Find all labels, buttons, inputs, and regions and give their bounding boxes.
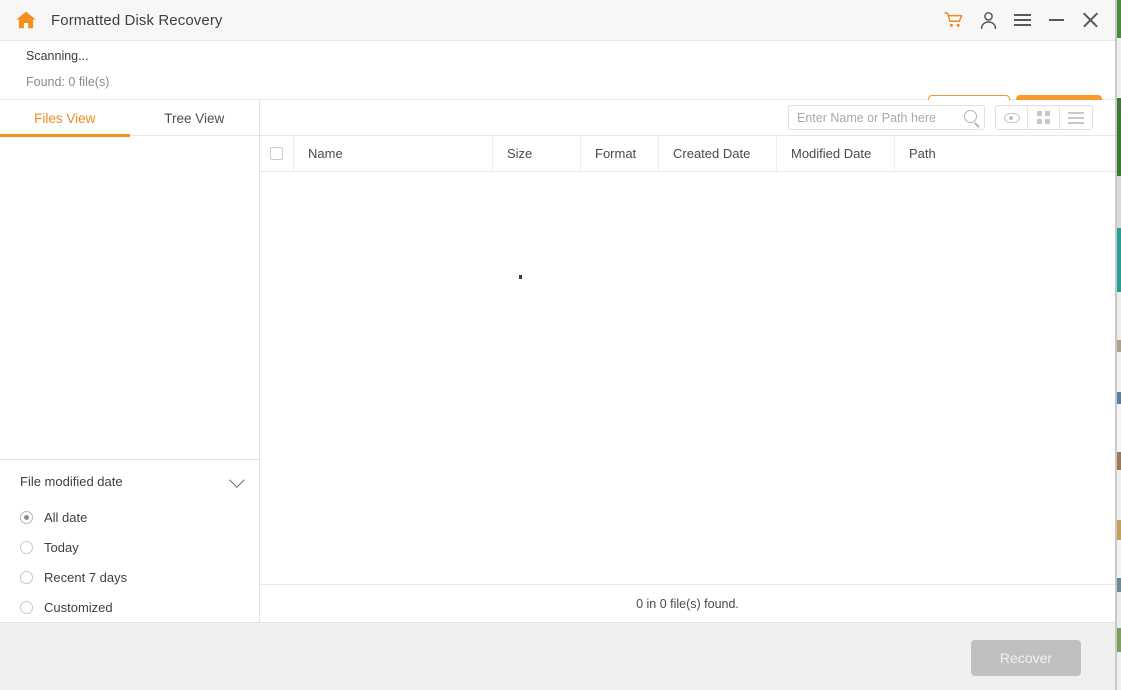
column-header-modified-date[interactable]: Modified Date xyxy=(777,136,895,171)
scan-status-bar: Scanning... Found: 0 file(s) Remaining T… xyxy=(0,41,1115,100)
shopping-cart-icon[interactable] xyxy=(937,3,971,37)
search-icon[interactable] xyxy=(964,110,977,123)
hamburger-menu-icon[interactable] xyxy=(1005,3,1039,37)
window-right-border xyxy=(1115,0,1117,690)
window-controls xyxy=(937,3,1115,37)
hamburger-bars xyxy=(1014,14,1031,26)
radio-today[interactable] xyxy=(20,541,33,554)
sidebar: Files View Tree View File modified date … xyxy=(0,100,260,622)
column-header-size[interactable]: Size xyxy=(493,136,581,171)
filter-option-today-label: Today xyxy=(44,540,79,555)
stray-artifact-dot xyxy=(519,275,522,279)
filter-option-customized[interactable]: Customized xyxy=(0,592,259,622)
eye-glyph xyxy=(1004,113,1020,123)
radio-customized[interactable] xyxy=(20,601,33,614)
filter-title: File modified date xyxy=(20,474,123,489)
filter-option-today[interactable]: Today xyxy=(0,532,259,562)
file-modified-date-filter: File modified date All date Today Recent… xyxy=(0,460,259,622)
application-window: Formatted Disk Recovery xyxy=(0,0,1121,690)
results-table-header: Name Size Format Created Date Modified D… xyxy=(260,136,1115,172)
close-icon[interactable] xyxy=(1073,3,1107,37)
radio-all-date[interactable] xyxy=(20,511,33,524)
chevron-down-icon[interactable] xyxy=(229,472,245,488)
results-table-body[interactable] xyxy=(260,172,1115,585)
select-all-checkbox[interactable] xyxy=(270,147,283,160)
minimize-bar xyxy=(1049,19,1064,21)
scan-status-text: Scanning... xyxy=(26,49,89,63)
tab-files-view[interactable]: Files View xyxy=(0,100,130,136)
list-glyph xyxy=(1068,112,1084,124)
column-header-format[interactable]: Format xyxy=(581,136,659,171)
filter-option-recent-7-days[interactable]: Recent 7 days xyxy=(0,562,259,592)
search-box[interactable] xyxy=(788,105,985,130)
filter-header[interactable]: File modified date xyxy=(0,460,259,502)
main-panel: Name Size Format Created Date Modified D… xyxy=(260,100,1115,622)
bottom-action-bar: Recover xyxy=(0,622,1115,690)
sidebar-file-list-area xyxy=(0,136,259,460)
grid-glyph xyxy=(1037,111,1050,124)
eye-preview-icon[interactable] xyxy=(996,106,1028,129)
radio-recent-7-days[interactable] xyxy=(20,571,33,584)
scan-found-count: Found: 0 file(s) xyxy=(26,75,109,89)
user-account-icon[interactable] xyxy=(971,3,1005,37)
tab-tree-view-label: Tree View xyxy=(164,111,224,126)
title-bar: Formatted Disk Recovery xyxy=(0,0,1115,41)
tab-tree-view[interactable]: Tree View xyxy=(130,100,260,136)
filter-option-all-date-label: All date xyxy=(44,510,87,525)
filter-option-customized-label: Customized xyxy=(44,600,113,615)
minimize-icon[interactable] xyxy=(1039,3,1073,37)
list-view-icon[interactable] xyxy=(1060,106,1092,129)
column-header-created-date[interactable]: Created Date xyxy=(659,136,777,171)
close-cross xyxy=(1082,12,1098,28)
desktop-background-strip xyxy=(1117,0,1121,690)
search-input[interactable] xyxy=(789,106,949,129)
results-toolbar xyxy=(260,100,1115,136)
column-header-name[interactable]: Name xyxy=(294,136,493,171)
page-title: Formatted Disk Recovery xyxy=(51,12,223,29)
home-icon[interactable] xyxy=(14,8,38,32)
recover-button[interactable]: Recover xyxy=(971,640,1081,676)
view-mode-group xyxy=(995,105,1093,130)
view-tabs: Files View Tree View xyxy=(0,100,259,136)
filter-option-recent-7-days-label: Recent 7 days xyxy=(44,570,127,585)
results-footer-status: 0 in 0 file(s) found. xyxy=(260,585,1115,622)
tab-files-view-label: Files View xyxy=(34,111,95,126)
select-all-header[interactable] xyxy=(260,136,294,171)
grid-view-icon[interactable] xyxy=(1028,106,1060,129)
filter-option-all-date[interactable]: All date xyxy=(0,502,259,532)
column-header-path[interactable]: Path xyxy=(895,136,1115,171)
